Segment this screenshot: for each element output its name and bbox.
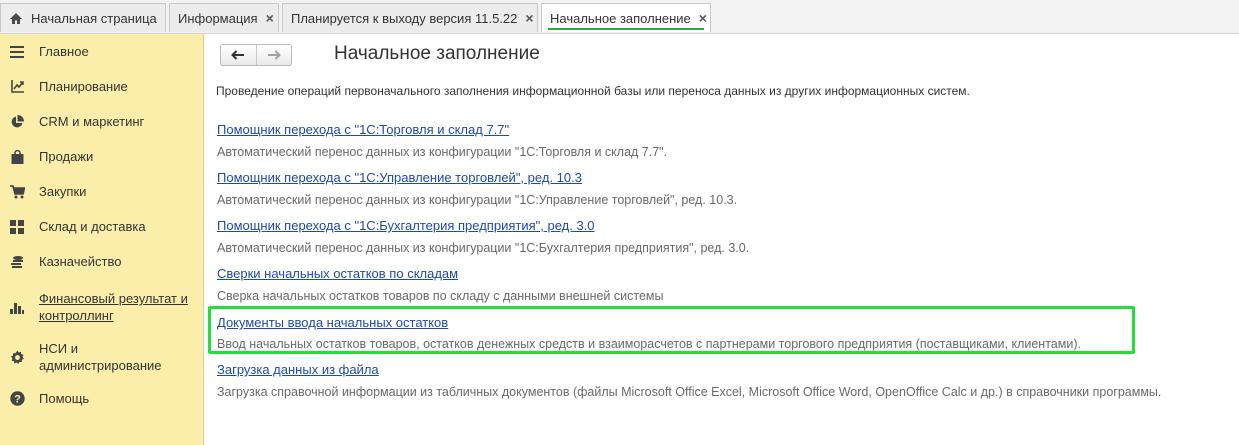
- sidebar-item-label: Закупки: [39, 184, 87, 199]
- arrow-left-icon: [231, 50, 245, 60]
- home-icon: [9, 12, 23, 25]
- tab-label: Начальная страница: [31, 10, 157, 26]
- tab-initial-fill[interactable]: Начальное заполнение ×: [541, 3, 711, 32]
- tab-label: Планируется к выходу версия 11.5.22: [291, 10, 518, 26]
- forward-button[interactable]: [257, 45, 292, 65]
- sidebar-item-help[interactable]: ? Помощь: [0, 390, 204, 407]
- link-migration-trade-warehouse[interactable]: Помощник перехода с "1С:Торговля и склад…: [217, 122, 509, 137]
- link-description: Ввод начальных остатков товаров, остатко…: [217, 337, 1081, 351]
- cart-icon: [9, 184, 25, 200]
- sidebar-item-label: CRM и маркетинг: [39, 114, 145, 129]
- sidebar-item-admin[interactable]: НСИ и администрирование: [0, 340, 204, 374]
- close-icon[interactable]: ×: [699, 10, 707, 26]
- link-warehouse-balance-reconciliation[interactable]: Сверки начальных остатков по складам: [217, 266, 458, 281]
- page-description: Проведение операций первоначального запо…: [216, 84, 970, 98]
- tab-label: Информация: [178, 10, 258, 26]
- sidebar-item-crm[interactable]: CRM и маркетинг: [0, 113, 204, 130]
- sidebar-item-label: Казначейство: [39, 254, 122, 269]
- sidebar-item-label: Главное: [39, 44, 89, 59]
- link-description: Автоматический перенос данных из конфигу…: [217, 241, 750, 255]
- link-description: Сверка начальных остатков товаров по скл…: [217, 289, 664, 303]
- sidebar: Главное Планирование CRM и маркетинг Про…: [0, 34, 204, 445]
- sidebar-item-sales[interactable]: Продажи: [0, 148, 204, 165]
- link-migration-trade-management[interactable]: Помощник перехода с "1С:Управление торго…: [217, 170, 582, 185]
- link-initial-balance-documents[interactable]: Документы ввода начальных остатков: [217, 315, 448, 330]
- coins-icon: [9, 254, 25, 270]
- pie-chart-icon: [9, 114, 25, 130]
- sidebar-item-purchases[interactable]: Закупки: [0, 183, 204, 200]
- sidebar-item-label: Помощь: [39, 391, 90, 406]
- sidebar-item-planning[interactable]: Планирование: [0, 78, 204, 95]
- close-icon[interactable]: ×: [525, 10, 533, 26]
- tab-home[interactable]: Начальная страница: [0, 3, 166, 32]
- sidebar-item-warehouse[interactable]: Склад и доставка: [0, 218, 204, 235]
- sidebar-item-main[interactable]: Главное: [0, 43, 204, 60]
- menu-icon: [9, 44, 25, 60]
- link-description: Автоматический перенос данных из конфигу…: [217, 145, 668, 159]
- planning-icon: [9, 79, 25, 95]
- sidebar-item-label: Финансовый результат и контроллинг: [39, 291, 188, 323]
- tab-release[interactable]: Планируется к выходу версия 11.5.22 ×: [282, 3, 538, 32]
- history-nav: [220, 44, 292, 66]
- sidebar-item-label: НСИ и администрирование: [39, 341, 162, 373]
- tab-bar: Начальная страница Информация × Планируе…: [0, 0, 1239, 34]
- sidebar-item-label: Склад и доставка: [39, 219, 146, 234]
- gear-icon: [9, 349, 25, 365]
- arrow-right-icon: [267, 50, 281, 60]
- link-migration-accounting[interactable]: Помощник перехода с "1С:Бухгалтерия пред…: [217, 218, 595, 233]
- link-description: Загрузка справочной информации из таблич…: [217, 385, 1162, 399]
- sidebar-item-finance[interactable]: Финансовый результат и контроллинг: [0, 290, 204, 324]
- help-icon: ?: [9, 391, 25, 407]
- tab-label: Начальное заполнение: [550, 10, 691, 26]
- link-description: Автоматический перенос данных из конфигу…: [217, 193, 738, 207]
- sidebar-item-label: Продажи: [39, 149, 94, 164]
- page-title: Начальное заполнение: [334, 43, 540, 64]
- sidebar-item-treasury[interactable]: Казначейство: [0, 253, 204, 270]
- sidebar-item-label: Планирование: [39, 79, 128, 94]
- close-icon[interactable]: ×: [266, 10, 274, 26]
- tab-info[interactable]: Информация ×: [169, 3, 279, 32]
- back-button[interactable]: [221, 45, 257, 65]
- warehouse-grid-icon: [9, 219, 25, 235]
- link-import-from-file[interactable]: Загрузка данных из файла: [217, 362, 379, 377]
- bar-chart-icon: [9, 299, 25, 315]
- svg-text:?: ?: [14, 393, 21, 405]
- main-content: Начальное заполнение Проведение операций…: [205, 34, 1239, 445]
- shopping-bag-icon: [9, 149, 25, 165]
